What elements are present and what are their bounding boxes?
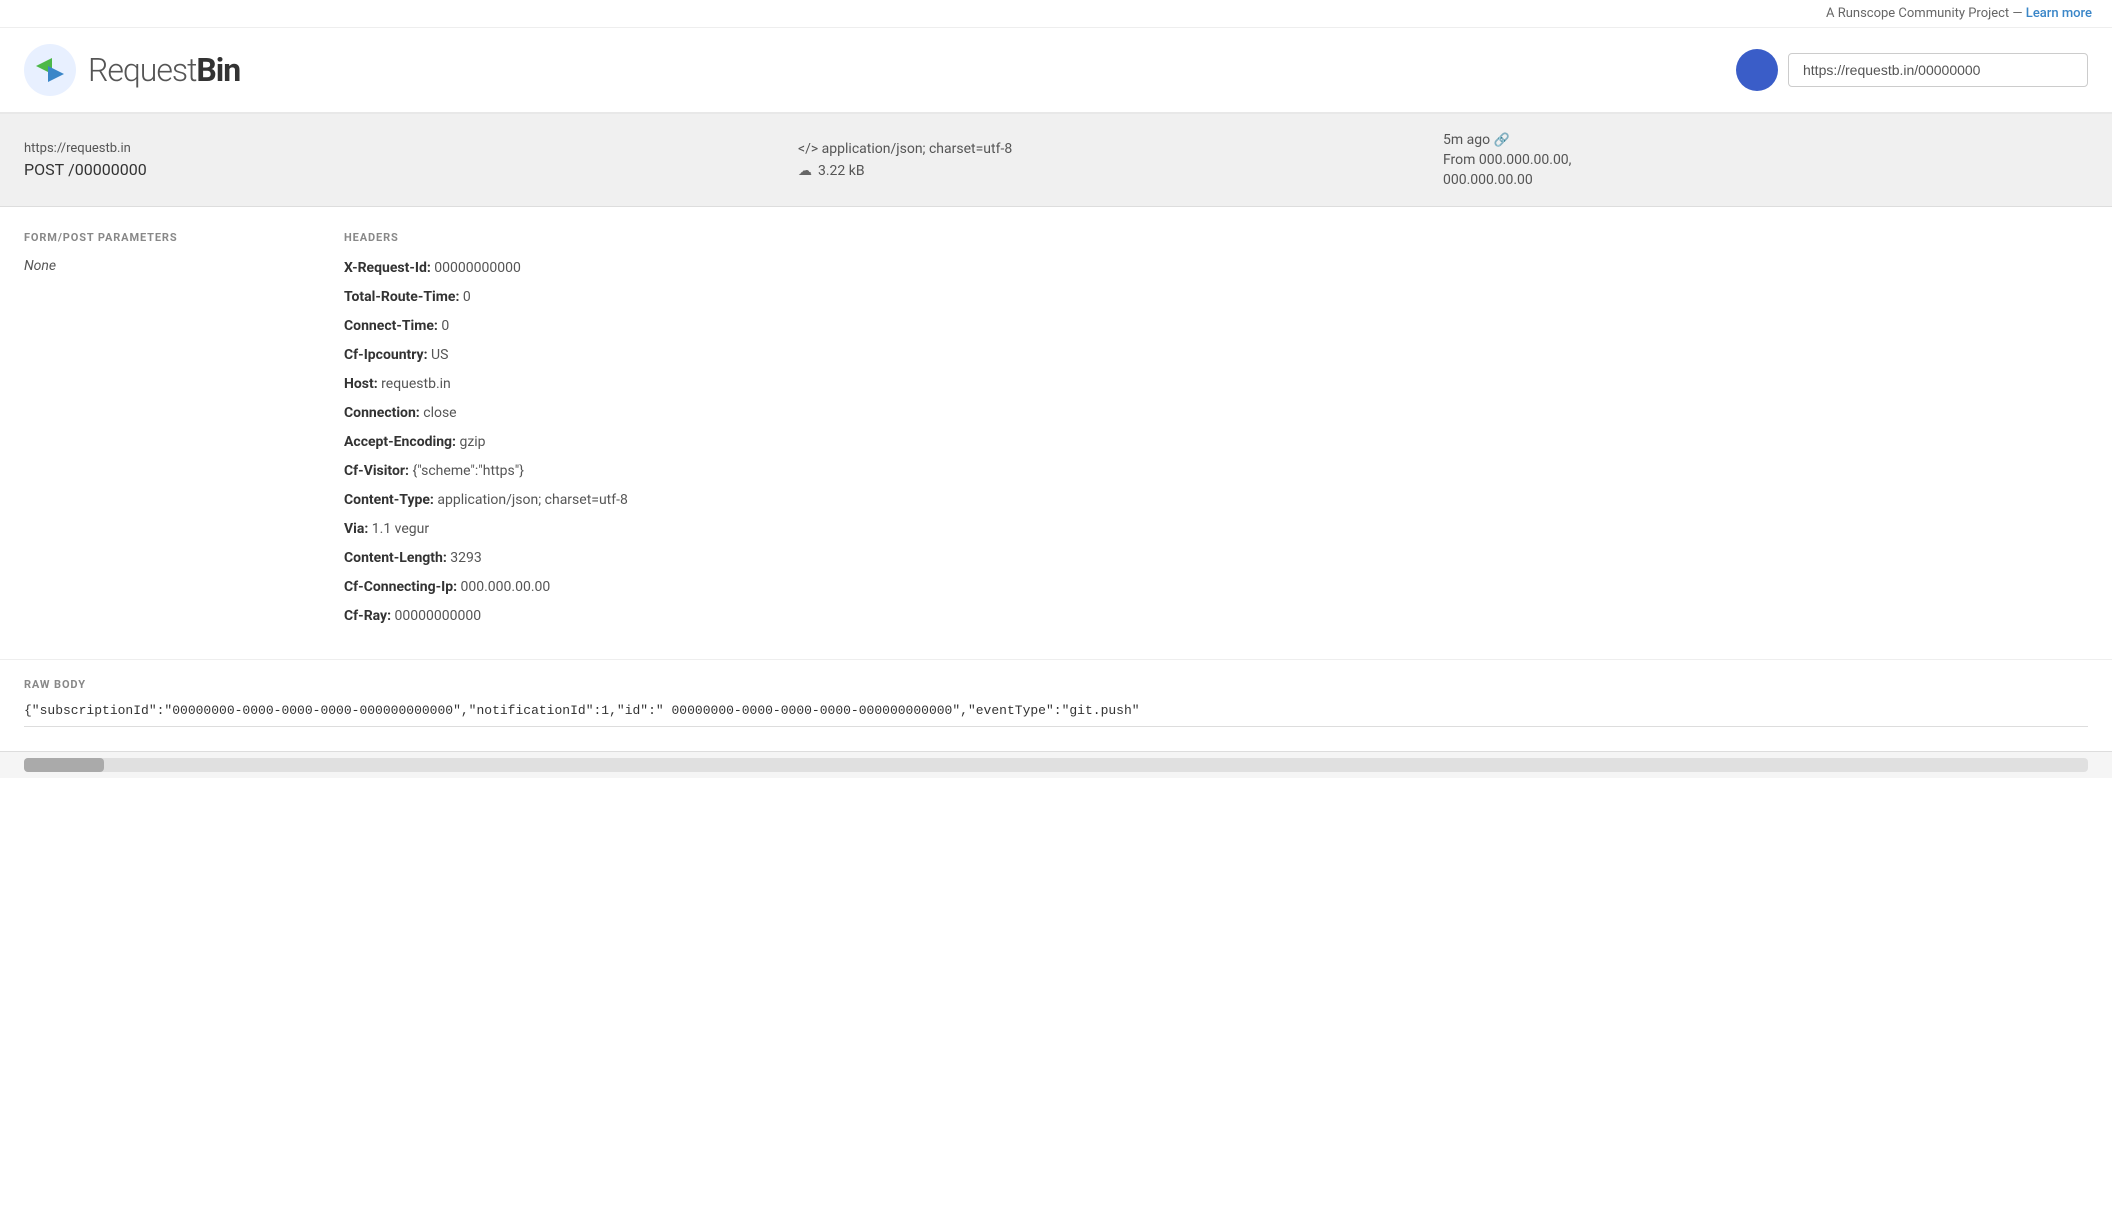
header-key: Accept-Encoding:: [344, 434, 456, 450]
logo-text: RequestBin: [88, 51, 240, 89]
headers-list: X-Request-Id: 00000000000 Total-Route-Tim…: [344, 258, 2088, 627]
headers-panel: HEADERS X-Request-Id: 00000000000 Total-R…: [344, 231, 2088, 635]
header-row: Connect-Time: 0: [344, 316, 2088, 337]
header-right: [1736, 49, 2088, 91]
scrollbar-thumb[interactable]: [24, 758, 104, 772]
header-val: {"scheme":"https"}: [412, 463, 524, 479]
request-bar-meta: 5m ago 🔗 From 000.000.00.00, 000.000.00.…: [1443, 132, 2088, 188]
header-val: 00000000000: [434, 260, 521, 276]
header-row: Via: 1.1 vegur: [344, 519, 2088, 540]
header-row: Connection: close: [344, 403, 2088, 424]
raw-body-section: RAW BODY {"subscriptionId":"00000000-000…: [0, 659, 2112, 751]
header-row: Accept-Encoding: gzip: [344, 432, 2088, 453]
req-size: ☁ 3.22 kB: [798, 163, 1443, 179]
logo-area: RequestBin: [24, 44, 240, 96]
header-val: 0: [463, 289, 471, 305]
form-post-value: None: [24, 258, 304, 274]
cloud-icon: ☁: [798, 163, 812, 179]
req-from: From 000.000.00.00,: [1443, 152, 2088, 168]
logo-plain: Request: [88, 51, 196, 89]
main-content: FORM/POST PARAMETERS None HEADERS X-Requ…: [0, 207, 2112, 659]
header-key: Content-Type:: [344, 492, 434, 508]
header-key: Connect-Time:: [344, 318, 438, 334]
header-row: Cf-Ray: 00000000000: [344, 606, 2088, 627]
learn-more-link[interactable]: Learn more: [2026, 6, 2092, 21]
raw-body-content: {"subscriptionId":"00000000-0000-0000-00…: [24, 703, 2088, 727]
raw-body-title: RAW BODY: [24, 660, 2088, 691]
headers-title: HEADERS: [344, 231, 2088, 244]
header-row: Total-Route-Time: 0: [344, 287, 2088, 308]
header-row: Content-Type: application/json; charset=…: [344, 490, 2088, 511]
request-bar: https://requestb.in POST /00000000 </> a…: [0, 114, 2112, 207]
req-content-type: </> application/json; charset=utf-8: [798, 141, 1443, 157]
header-key: Via:: [344, 521, 368, 537]
scrollbar-track[interactable]: [24, 758, 2088, 772]
header-row: Cf-Visitor: {"scheme":"https"}: [344, 461, 2088, 482]
header-row: Cf-Connecting-Ip: 000.000.00.00: [344, 577, 2088, 598]
header-key: X-Request-Id:: [344, 260, 431, 276]
header-row: Host: requestb.in: [344, 374, 2088, 395]
header-key: Cf-Ray:: [344, 608, 391, 624]
header-val: 3293: [450, 550, 481, 566]
header-row: Cf-Ipcountry: US: [344, 345, 2088, 366]
logo-icon: [24, 44, 76, 96]
header-row: Content-Length: 3293: [344, 548, 2088, 569]
header-key: Content-Length:: [344, 550, 447, 566]
top-banner: A Runscope Community Project — Learn mor…: [0, 0, 2112, 28]
header-val: US: [431, 347, 448, 363]
header-key: Total-Route-Time:: [344, 289, 459, 305]
header-val: gzip: [459, 434, 485, 450]
header-val: 0: [441, 318, 449, 334]
request-bar-endpoint: https://requestb.in POST /00000000: [24, 141, 798, 179]
header-val: 000.000.00.00: [461, 579, 551, 595]
header-val: close: [423, 405, 456, 421]
header-key: Cf-Ipcountry:: [344, 347, 428, 363]
header-val: 1.1 vegur: [372, 521, 429, 537]
req-time: 5m ago 🔗: [1443, 132, 2088, 148]
link-icon: 🔗: [1494, 133, 1510, 148]
request-bar-content: </> application/json; charset=utf-8 ☁ 3.…: [798, 141, 1443, 179]
req-method: POST /00000000: [24, 160, 798, 179]
header-row: X-Request-Id: 00000000000: [344, 258, 2088, 279]
req-from-ip2: 000.000.00.00: [1443, 172, 2088, 188]
header-key: Cf-Visitor:: [344, 463, 409, 479]
logo-bold: Bin: [196, 51, 240, 89]
header-key: Cf-Connecting-Ip:: [344, 579, 457, 595]
header-val: application/json; charset=utf-8: [437, 492, 628, 508]
banner-text: A Runscope Community Project —: [1826, 6, 2026, 21]
scrollbar-area: [0, 751, 2112, 778]
header-key: Host:: [344, 376, 378, 392]
req-size-value: 3.22 kB: [818, 163, 865, 179]
header-val: requestb.in: [381, 376, 451, 392]
url-status-circle: [1736, 49, 1778, 91]
url-input[interactable]: [1788, 53, 2088, 87]
req-url: https://requestb.in: [24, 141, 798, 156]
form-post-title: FORM/POST PARAMETERS: [24, 231, 304, 244]
header-key: Connection:: [344, 405, 420, 421]
form-post-panel: FORM/POST PARAMETERS None: [24, 231, 304, 635]
header: RequestBin: [0, 28, 2112, 114]
header-val: 00000000000: [395, 608, 482, 624]
